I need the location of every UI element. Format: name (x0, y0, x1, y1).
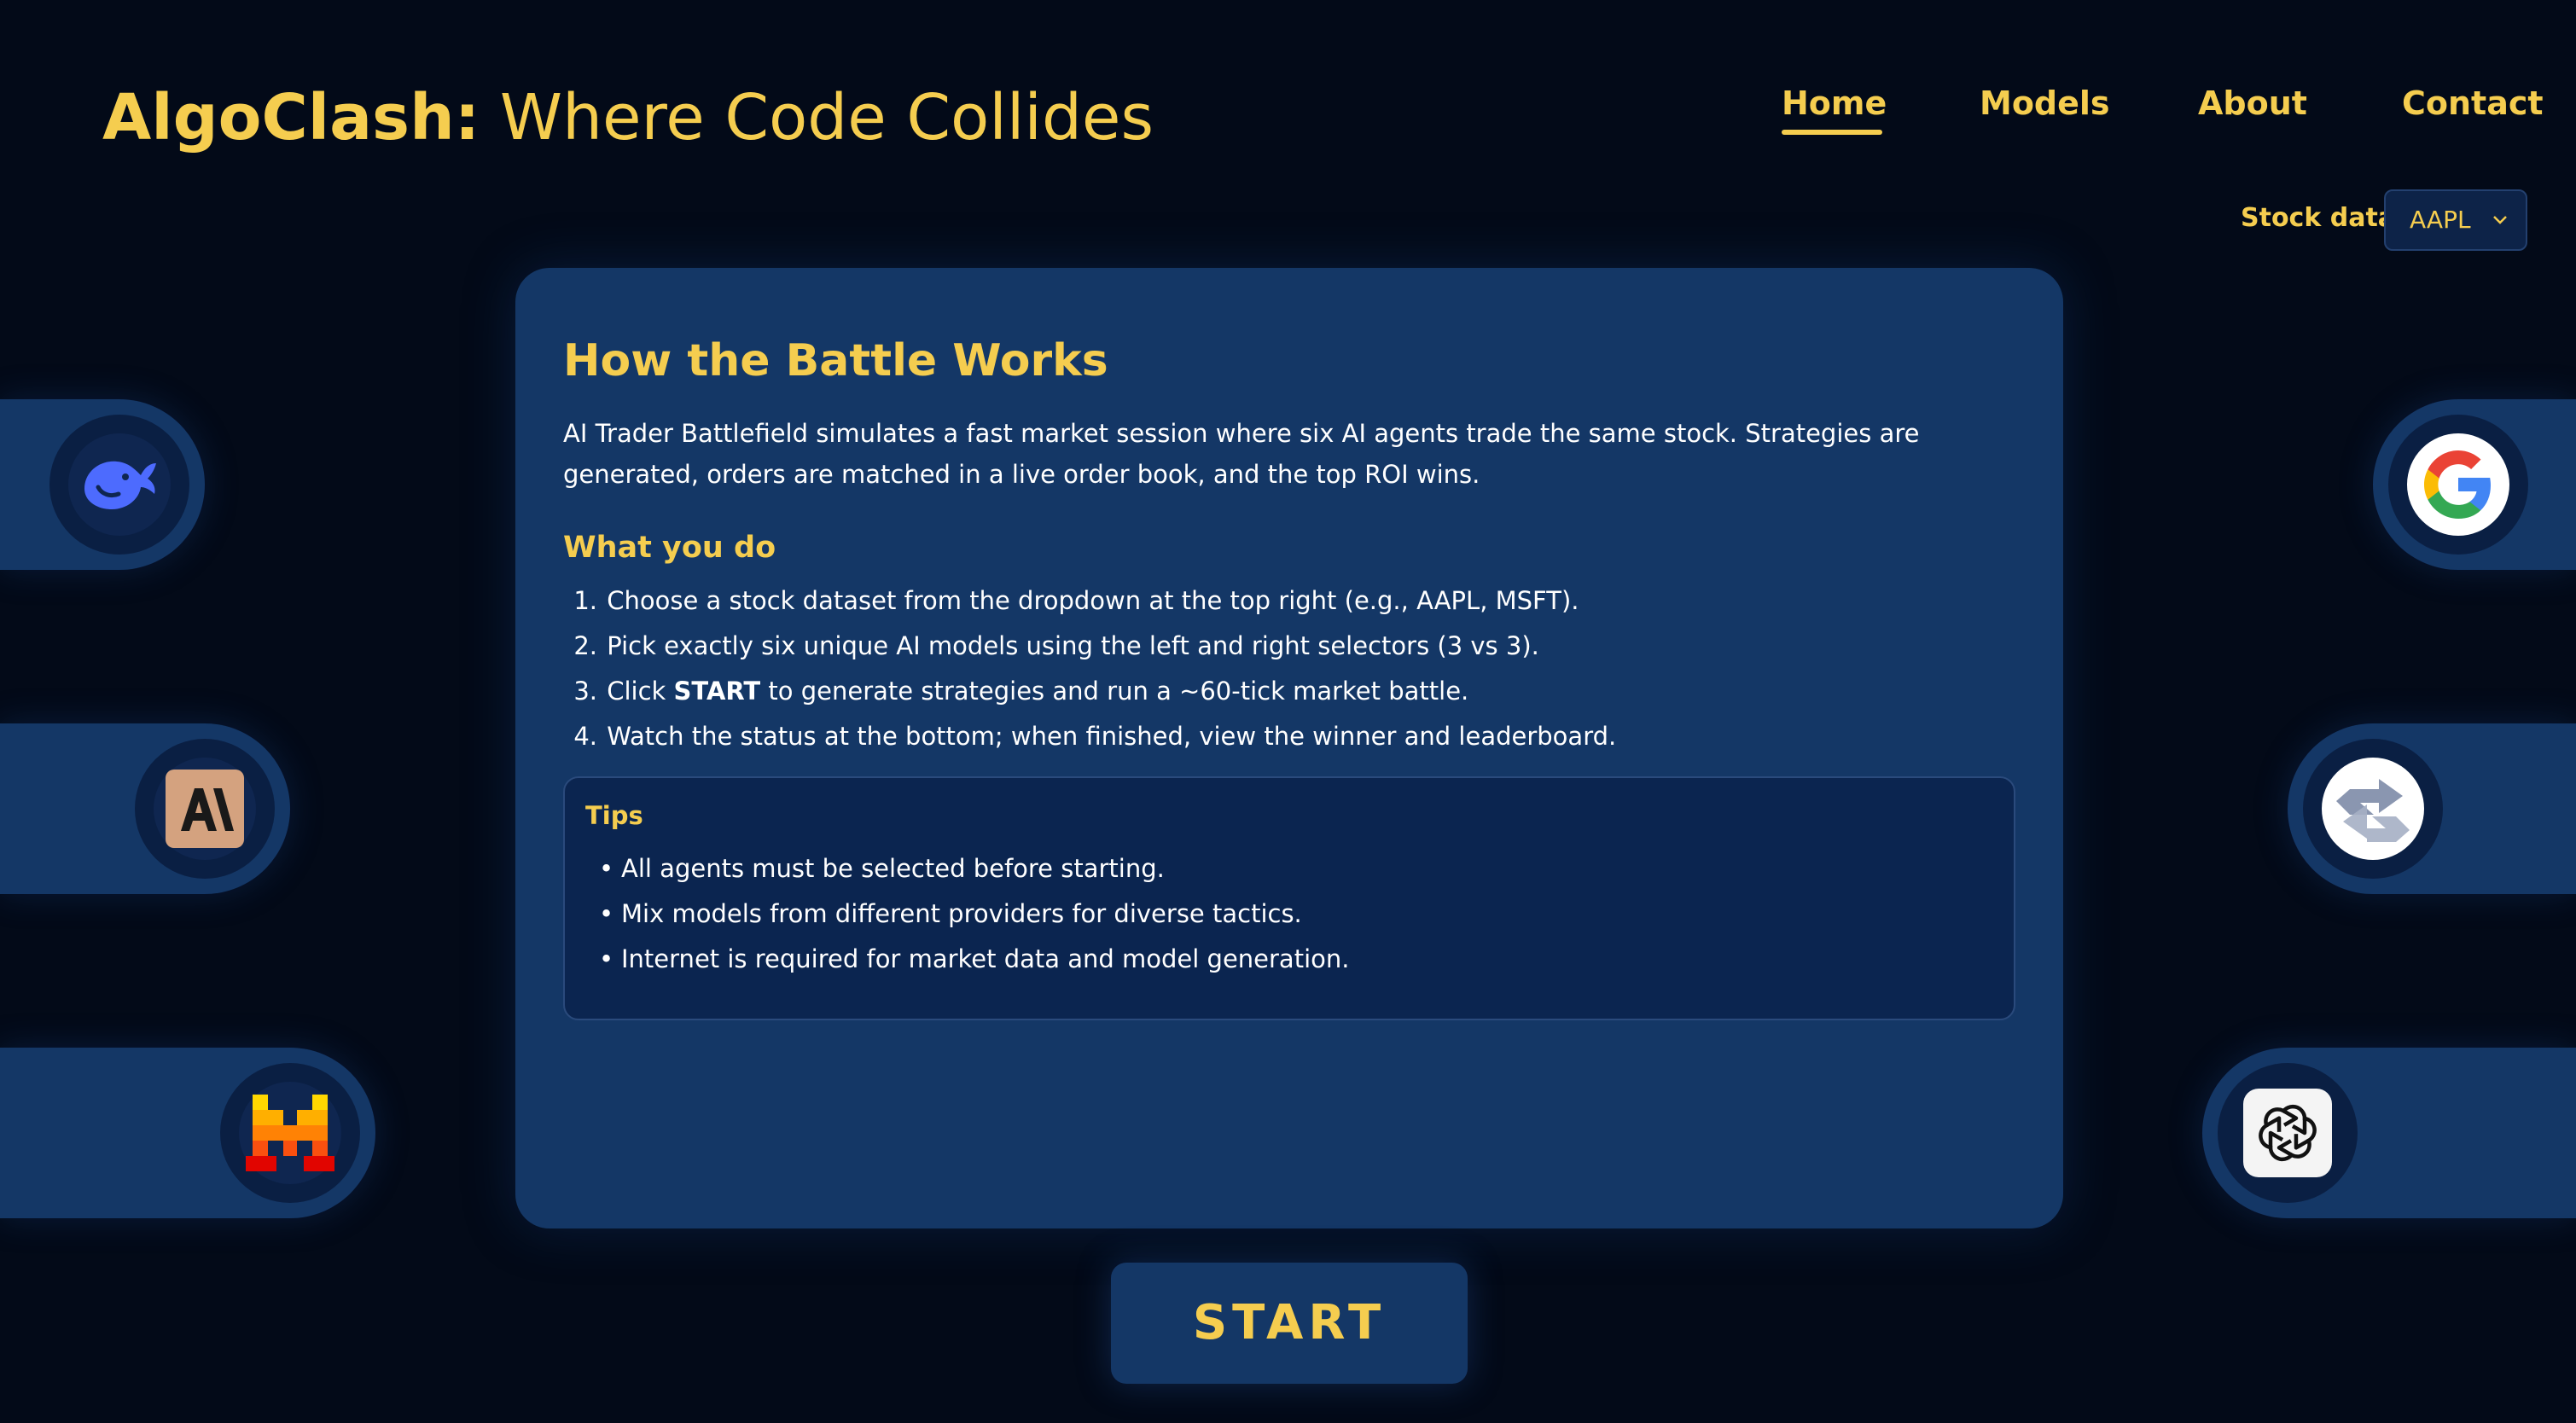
page: AlgoClash: Where Code Collides Home Mode… (0, 0, 2576, 1423)
nav-active-indicator (1782, 130, 1882, 135)
chevron-down-icon (2492, 191, 2509, 271)
anthropic-icon (154, 758, 256, 860)
card-intro: AI Trader Battlefield simulates a fast m… (563, 419, 1920, 489)
openai-icon (2236, 1082, 2339, 1184)
agent-ring (2388, 415, 2528, 555)
step-item: 1. Choose a stock dataset from the dropd… (573, 586, 1579, 615)
stock-data-select[interactable]: AAPL (2384, 189, 2527, 251)
step-item: 4. Watch the status at the bottom; when … (573, 722, 1617, 751)
tip-item: • Internet is required for market data an… (599, 944, 1350, 973)
deepseek-whale-icon (68, 433, 171, 536)
tips-title: Tips (585, 801, 643, 830)
nav-about[interactable]: About (2198, 82, 2307, 125)
mistral-icon (239, 1082, 341, 1184)
brand-tagline: Where Code Collides (499, 81, 1154, 154)
card-title: How the Battle Works (563, 335, 1108, 386)
step-item: 3. Click START to generate strategies an… (573, 677, 1469, 706)
steps-list: 1. Choose a stock dataset from the dropd… (563, 578, 2014, 759)
nav-models[interactable]: Models (1980, 82, 2110, 125)
tip-item: • Mix models from different providers for… (599, 899, 1302, 928)
start-button[interactable]: START (1111, 1263, 1468, 1384)
start-keyword: START (673, 677, 761, 706)
left-agent-slot-1[interactable] (0, 399, 205, 570)
agent-ring (2218, 1063, 2358, 1203)
nav-home[interactable]: Home (1782, 82, 1887, 125)
left-agent-slot-3[interactable] (0, 1048, 375, 1218)
how-it-works-card: How the Battle Works AI Trader Battlefie… (515, 268, 2063, 1228)
agent-ring (135, 739, 275, 879)
right-agent-slot-2[interactable] (2288, 723, 2576, 894)
tip-item: • All agents must be selected before star… (599, 854, 1165, 883)
agent-ring (49, 415, 189, 555)
nav-contact[interactable]: Contact (2402, 82, 2544, 125)
stock-selected-value: AAPL (2410, 206, 2471, 234)
agent-ring (2303, 739, 2443, 879)
right-agent-slot-1[interactable] (2373, 399, 2576, 570)
google-icon (2407, 433, 2509, 536)
right-agent-slot-3[interactable] (2202, 1048, 2576, 1218)
app-title: AlgoClash: Where Code Collides (102, 78, 1154, 157)
stock-data-label: Stock data: (2241, 203, 2406, 233)
step-item: 2. Pick exactly six unique AI models usi… (573, 631, 1539, 660)
left-agent-slot-2[interactable] (0, 723, 290, 894)
arrows-swap-icon (2322, 758, 2424, 860)
tips-list: • All agents must be selected before star… (599, 846, 1349, 982)
agent-ring (220, 1063, 360, 1203)
what-you-do-heading: What you do (563, 531, 776, 565)
brand-name: AlgoClash: (102, 81, 480, 154)
tips-box: Tips • All agents must be selected before… (563, 776, 2015, 1020)
